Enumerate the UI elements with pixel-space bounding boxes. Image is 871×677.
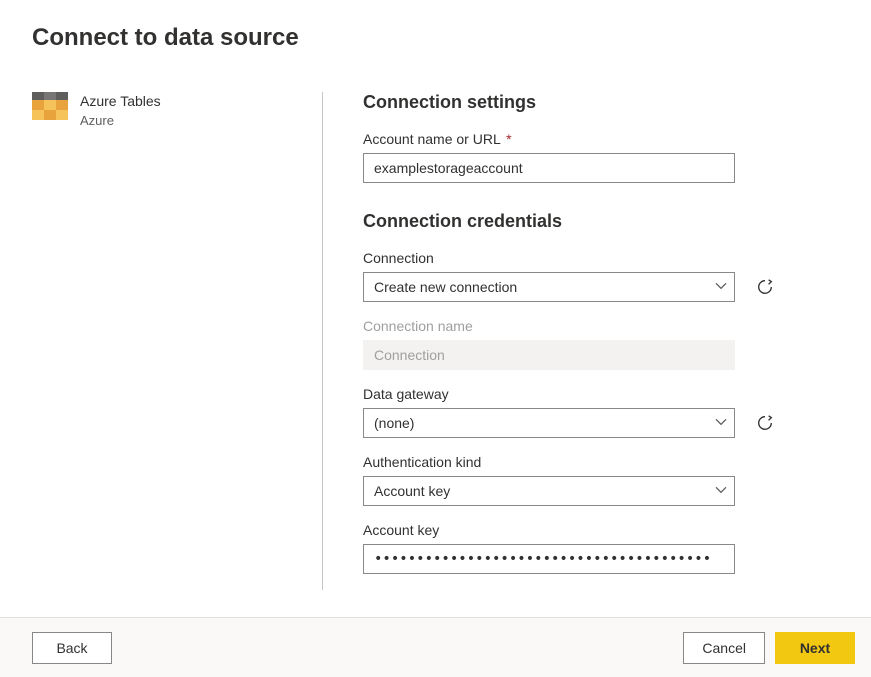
connector-summary: Azure Tables Azure: [32, 92, 282, 590]
refresh-icon: [756, 414, 774, 432]
data-gateway-label: Data gateway: [363, 386, 799, 402]
refresh-connection-button[interactable]: [753, 275, 777, 299]
connection-settings-heading: Connection settings: [363, 92, 799, 113]
refresh-icon: [756, 278, 774, 296]
connector-vendor: Azure: [80, 112, 161, 130]
connection-label: Connection: [363, 250, 799, 266]
auth-kind-label: Authentication kind: [363, 454, 799, 470]
connection-credentials-heading: Connection credentials: [363, 211, 799, 232]
connection-name-input: [363, 340, 735, 370]
refresh-gateway-button[interactable]: [753, 411, 777, 435]
page-title: Connect to data source: [32, 24, 839, 52]
connection-select[interactable]: Create new connection: [363, 272, 735, 302]
account-name-input[interactable]: [363, 153, 735, 183]
back-button[interactable]: Back: [32, 632, 112, 664]
connector-name: Azure Tables: [80, 92, 161, 112]
wizard-footer: Back Cancel Next: [0, 617, 871, 677]
required-marker: *: [506, 131, 511, 147]
azure-tables-icon: [32, 92, 68, 120]
account-key-label: Account key: [363, 522, 799, 538]
connection-name-label: Connection name: [363, 318, 799, 334]
auth-kind-select[interactable]: Account key: [363, 476, 735, 506]
cancel-button[interactable]: Cancel: [683, 632, 765, 664]
data-gateway-select[interactable]: (none): [363, 408, 735, 438]
vertical-divider: [322, 92, 323, 590]
next-button[interactable]: Next: [775, 632, 855, 664]
account-name-label: Account name or URL *: [363, 131, 799, 147]
account-name-label-text: Account name or URL: [363, 131, 500, 147]
account-key-input[interactable]: [363, 544, 735, 574]
